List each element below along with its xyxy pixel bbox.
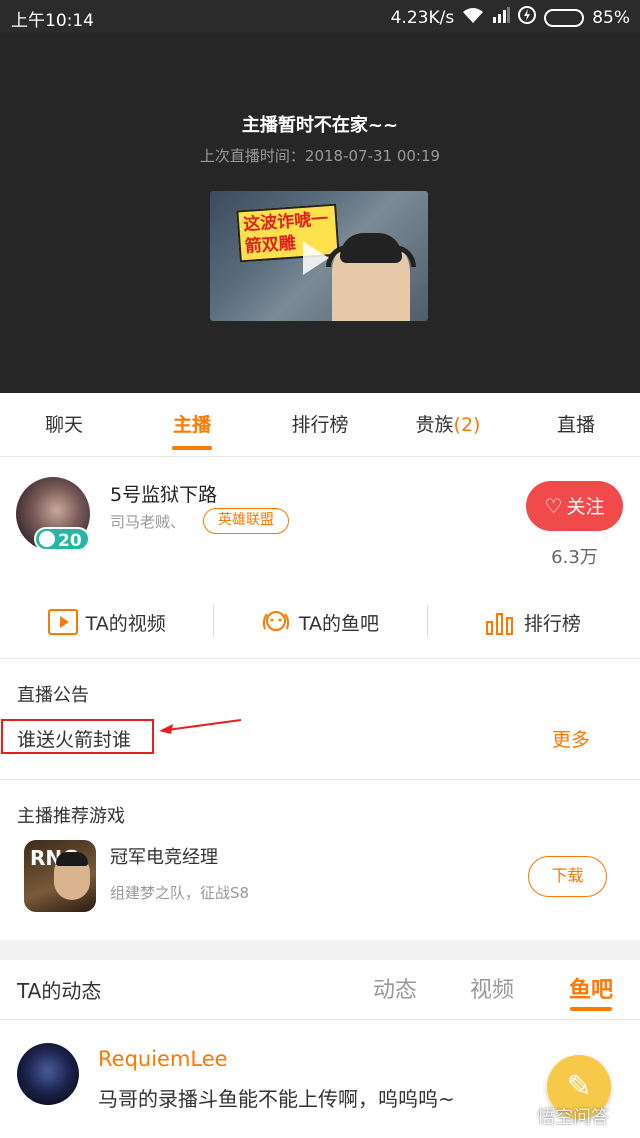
wifi-icon bbox=[462, 7, 484, 28]
post-username[interactable]: RequiemLee bbox=[98, 1047, 228, 1071]
follow-button[interactable]: ♡ 关注 bbox=[526, 481, 623, 531]
post-avatar[interactable] bbox=[17, 1043, 79, 1105]
tab-ranking[interactable]: 排行榜 bbox=[256, 393, 384, 456]
game-icon[interactable]: RNG bbox=[24, 840, 96, 912]
battery-percent: 85% bbox=[592, 7, 630, 28]
level-icon bbox=[39, 531, 55, 547]
fish-bar-icon bbox=[261, 609, 291, 635]
edit-icon: ✎ bbox=[566, 1069, 592, 1104]
signal-icon bbox=[492, 7, 511, 28]
divider bbox=[0, 1019, 640, 1020]
game-name[interactable]: 冠军电竞经理 bbox=[110, 843, 218, 869]
active-tab-indicator bbox=[570, 1007, 612, 1011]
category-tag[interactable]: 英雄联盟 bbox=[203, 508, 289, 534]
tab-live[interactable]: 直播 bbox=[512, 393, 640, 456]
battery-icon bbox=[544, 8, 585, 27]
video-icon bbox=[47, 609, 78, 635]
heart-icon: ♡ bbox=[544, 494, 563, 518]
more-link[interactable]: 更多 bbox=[552, 725, 590, 752]
replay-thumbnail[interactable]: 这波诈唬一箭双雕 bbox=[210, 191, 428, 321]
tab-anchor[interactable]: 主播 bbox=[128, 393, 256, 456]
tab-videos[interactable]: 视频 bbox=[470, 972, 514, 1004]
watermark: 悟空问答 bbox=[515, 1103, 609, 1129]
follower-count: 6.3万 bbox=[551, 547, 598, 568]
annotation-arrow-icon bbox=[159, 719, 242, 734]
rank-bars-icon bbox=[485, 609, 516, 635]
recommended-game-title: 主播推荐游戏 bbox=[17, 806, 125, 827]
announcement-title: 直播公告 bbox=[17, 685, 89, 706]
divider bbox=[0, 779, 640, 780]
shortcut-ranking[interactable]: 排行榜 bbox=[426, 592, 640, 652]
shortcut-fish-bar[interactable]: TA的鱼吧 bbox=[213, 592, 426, 652]
tab-chat[interactable]: 聊天 bbox=[0, 393, 128, 456]
network-speed: 4.23K/s bbox=[390, 7, 455, 28]
watermark-logo-icon bbox=[515, 1108, 535, 1128]
tab-dynamics[interactable]: 动态 bbox=[373, 972, 417, 1004]
download-button[interactable]: 下载 bbox=[528, 856, 607, 897]
game-description: 组建梦之队，征战S8 bbox=[110, 884, 250, 902]
announcement-text: 谁送火箭封谁 bbox=[17, 729, 132, 751]
shortcut-videos[interactable]: TA的视频 bbox=[0, 592, 213, 652]
streamer-figure bbox=[326, 233, 416, 321]
anchor-shortcuts: TA的视频 TA的鱼吧 排行榜 bbox=[0, 592, 640, 652]
anchor-name: 5号监狱下路 bbox=[110, 484, 218, 506]
dynamics-title: TA的动态 bbox=[17, 979, 102, 1003]
post-text[interactable]: 马哥的录播斗鱼能不能上传啊，呜呜呜~ bbox=[98, 1083, 455, 1112]
play-icon[interactable] bbox=[303, 241, 329, 275]
status-bar: 上午10:14 4.23K/s 85% bbox=[0, 0, 640, 33]
offline-title: 主播暂时不在家~~ bbox=[241, 115, 399, 136]
tab-nobles[interactable]: 贵族(2) bbox=[384, 393, 512, 456]
video-player[interactable]: 主播暂时不在家~~ 上次直播时间：2018-07-31 00:19 这波诈唬一箭… bbox=[0, 33, 640, 393]
tab-fish-bar[interactable]: 鱼吧 bbox=[569, 972, 613, 1004]
charging-icon bbox=[518, 6, 537, 29]
room-tabs: 聊天 主播 排行榜 贵族(2) 直播 bbox=[0, 393, 640, 457]
section-gap bbox=[0, 940, 640, 960]
status-time: 上午10:14 bbox=[11, 11, 94, 31]
level-badge: 20 bbox=[34, 527, 90, 551]
last-live-time: 上次直播时间：2018-07-31 00:19 bbox=[199, 147, 441, 165]
divider bbox=[0, 658, 640, 659]
nobles-count: (2) bbox=[453, 414, 481, 436]
anchor-nickname: 司马老贼、 bbox=[110, 513, 186, 531]
